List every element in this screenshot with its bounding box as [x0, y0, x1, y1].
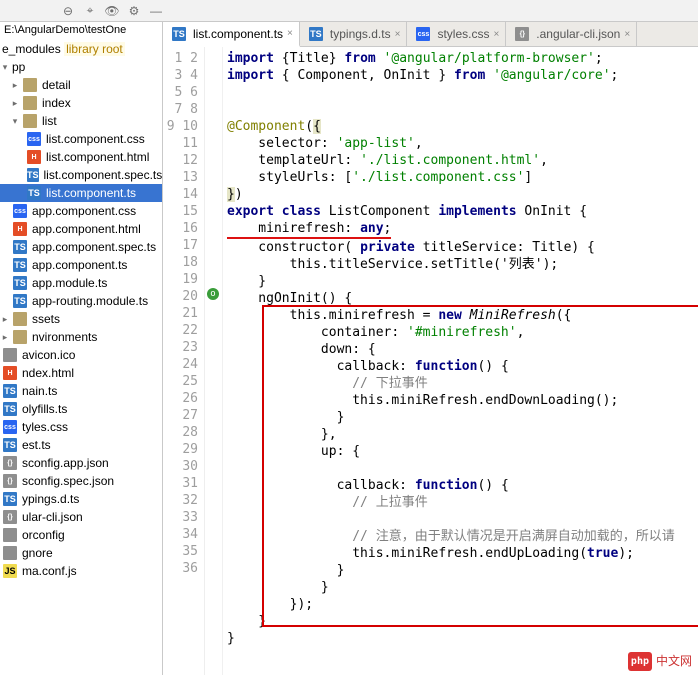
file-icon: css: [416, 27, 430, 41]
tree-file[interactable]: TSapp.component.ts: [0, 256, 162, 274]
file-icon: H: [27, 150, 41, 164]
file-icon: TS: [13, 294, 27, 308]
close-icon[interactable]: ×: [493, 29, 499, 40]
chevron-right-icon[interactable]: ▸: [10, 98, 20, 109]
file-icon: TS: [27, 168, 39, 182]
file-icon: TS: [172, 27, 186, 41]
tree-file[interactable]: Happ.component.html: [0, 220, 162, 238]
tree-file[interactable]: gnore: [0, 544, 162, 562]
line-numbers: 1 2 3 4 5 6 7 8 9 10 11 12 13 14 15 16 1…: [163, 47, 205, 675]
target-icon[interactable]: ⌖: [82, 3, 98, 19]
tree-file[interactable]: TSapp.component.spec.ts: [0, 238, 162, 256]
tree-file[interactable]: TSapp.module.ts: [0, 274, 162, 292]
editor-tabs: TS list.component.ts × TS typings.d.ts × cssst…: [163, 22, 698, 47]
project-tree-panel: E:\AngularDemo\testOne e_modules library…: [0, 22, 163, 675]
editor-tab[interactable]: css styles.css ×: [407, 22, 506, 46]
editor-tab[interactable]: TS list.component.ts ×: [163, 22, 300, 47]
folder-icon: [13, 312, 27, 326]
tree-folder-pp[interactable]: ▾ pp: [0, 58, 162, 76]
tree-file[interactable]: csstyles.css: [0, 418, 162, 436]
file-icon: H: [13, 222, 27, 236]
chevron-right-icon[interactable]: ▸: [10, 80, 20, 91]
file-icon: TS: [13, 240, 27, 254]
tree-file[interactable]: csslist.component.css: [0, 130, 162, 148]
file-icon: TS: [3, 492, 17, 506]
tree-file[interactable]: {}ular-cli.json: [0, 508, 162, 526]
close-icon[interactable]: ×: [395, 29, 401, 40]
tree-file[interactable]: TSypings.d.ts: [0, 490, 162, 508]
file-icon: css: [13, 204, 27, 218]
tree-file[interactable]: {}sconfig.app.json: [0, 454, 162, 472]
tree-folder[interactable]: ▸detail: [0, 76, 162, 94]
tab-label: .angular-cli.json: [536, 27, 620, 41]
folder-icon: [13, 330, 27, 344]
project-path: E:\AngularDemo\testOne: [0, 22, 162, 40]
file-icon: JS: [3, 564, 17, 578]
editor-tab[interactable]: TS typings.d.ts ×: [300, 22, 408, 46]
project-tree[interactable]: e_modules library root ▾ pp ▸detail▸inde…: [0, 40, 162, 675]
tree-folder[interactable]: ▸nvironments: [0, 328, 162, 346]
project-toolbar: ⊖ ⌖ 👁 ⚙ —: [0, 0, 698, 22]
tree-folder[interactable]: ▸ssets: [0, 310, 162, 328]
file-icon: H: [3, 366, 17, 380]
editor-tab[interactable]: {} .angular-cli.json ×: [506, 22, 637, 46]
chevron-down-icon[interactable]: ▾: [10, 116, 20, 127]
code-editor[interactable]: 1 2 3 4 5 6 7 8 9 10 11 12 13 14 15 16 1…: [163, 47, 698, 675]
tab-label: styles.css: [437, 27, 489, 41]
tree-folder[interactable]: ▸index: [0, 94, 162, 112]
file-icon: TS: [13, 276, 27, 290]
tree-file[interactable]: {}sconfig.spec.json: [0, 472, 162, 490]
folder-icon: [23, 114, 37, 128]
file-icon: css: [27, 132, 41, 146]
file-icon: [3, 528, 17, 542]
file-icon: {}: [3, 510, 17, 524]
override-marker-icon[interactable]: o: [207, 288, 219, 300]
close-icon[interactable]: ×: [624, 29, 630, 40]
chevron-right-icon[interactable]: ▸: [0, 332, 10, 343]
tree-file[interactable]: TSapp-routing.module.ts: [0, 292, 162, 310]
tree-file[interactable]: JSma.conf.js: [0, 562, 162, 580]
highlight-box: [262, 305, 698, 627]
chevron-right-icon[interactable]: ▸: [0, 314, 10, 325]
file-icon: TS: [27, 186, 41, 200]
tree-file[interactable]: TSlist.component.spec.ts: [0, 166, 162, 184]
tree-file[interactable]: orconfig: [0, 526, 162, 544]
tree-file[interactable]: TSest.ts: [0, 436, 162, 454]
tree-file[interactable]: TSolyfills.ts: [0, 400, 162, 418]
file-icon: [3, 348, 17, 362]
file-icon: [3, 546, 17, 560]
settings-icon[interactable]: ⚙: [126, 3, 142, 19]
tree-file[interactable]: cssapp.component.css: [0, 202, 162, 220]
chevron-down-icon[interactable]: ▾: [0, 62, 10, 73]
tree-folder-list[interactable]: ▾ list: [0, 112, 162, 130]
tree-file[interactable]: Hlist.component.html: [0, 148, 162, 166]
tab-label: typings.d.ts: [330, 27, 391, 41]
file-icon: {}: [3, 456, 17, 470]
file-icon: TS: [3, 384, 17, 398]
file-icon: TS: [309, 27, 323, 41]
tree-file[interactable]: TSnain.ts: [0, 382, 162, 400]
folder-icon: [23, 78, 37, 92]
file-icon: {}: [515, 27, 529, 41]
file-icon: TS: [3, 438, 17, 452]
file-icon: {}: [3, 474, 17, 488]
show-icon[interactable]: 👁: [104, 3, 120, 19]
folder-icon: [23, 96, 37, 110]
close-icon[interactable]: ×: [287, 28, 293, 39]
tree-file[interactable]: TSlist.component.ts: [0, 184, 162, 202]
file-icon: css: [3, 420, 17, 434]
file-icon: TS: [3, 402, 17, 416]
file-icon: TS: [13, 258, 27, 272]
collapse-icon[interactable]: ⊖: [60, 3, 76, 19]
hide-icon[interactable]: —: [148, 3, 164, 19]
watermark: php 中文网: [628, 652, 692, 671]
tree-node-modules[interactable]: e_modules library root: [0, 40, 162, 58]
tree-file[interactable]: Hndex.html: [0, 364, 162, 382]
tree-file[interactable]: avicon.ico: [0, 346, 162, 364]
fold-column[interactable]: o: [205, 47, 223, 675]
php-logo-icon: php: [628, 652, 652, 671]
tab-label: list.component.ts: [193, 27, 283, 41]
